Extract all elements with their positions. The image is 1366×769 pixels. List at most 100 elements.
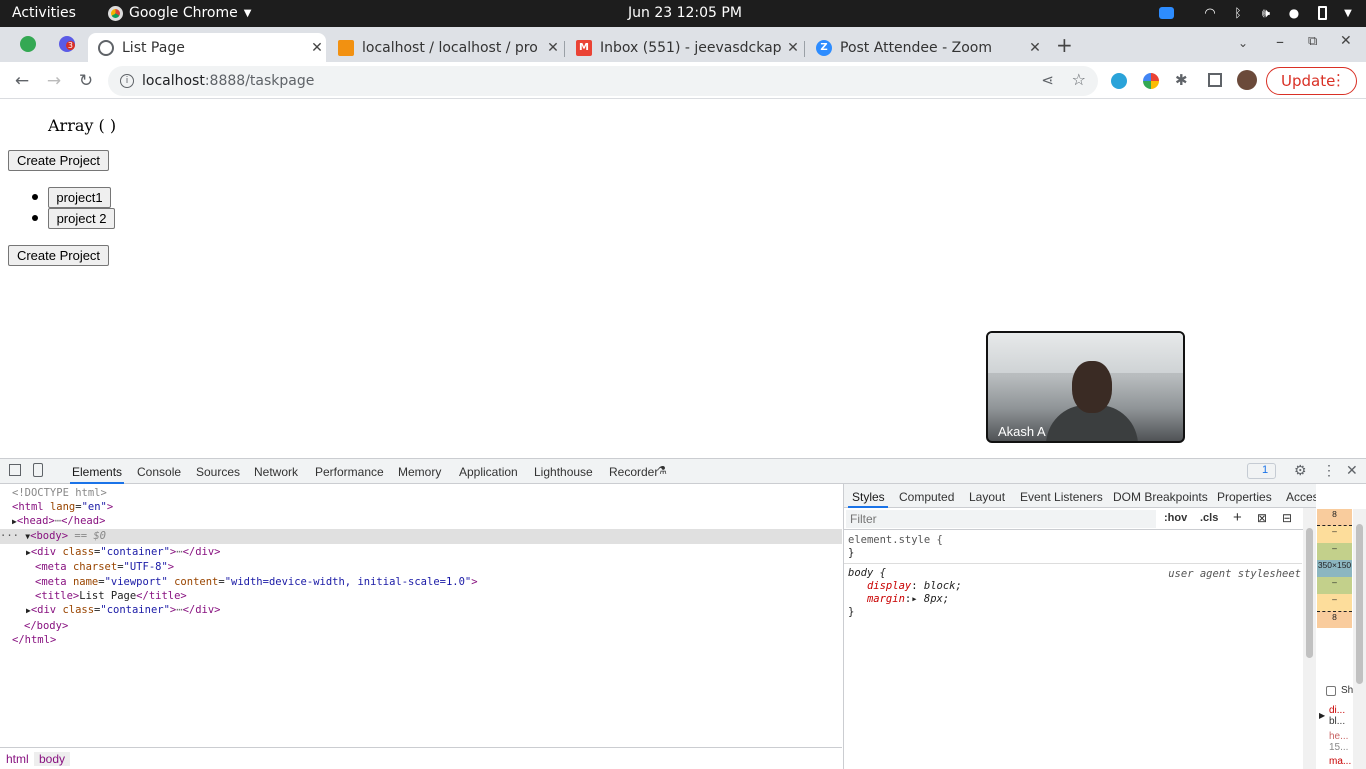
forward-button[interactable]: → bbox=[41, 68, 67, 94]
dom-meta-charset[interactable]: <meta charset="UTF-8"> bbox=[35, 560, 174, 575]
close-tab-icon[interactable]: ✕ bbox=[308, 40, 326, 56]
paint-brush-icon[interactable]: ⊠ bbox=[1257, 511, 1267, 525]
clock[interactable]: Jun 23 12:05 PM bbox=[628, 5, 742, 21]
hover-state-toggle[interactable]: :hov bbox=[1164, 512, 1187, 524]
volume-icon[interactable]: 🕪 bbox=[1258, 5, 1274, 21]
battery-icon[interactable] bbox=[1316, 5, 1328, 21]
tab-layout[interactable]: Layout bbox=[969, 490, 1005, 504]
zoom-tray-icon[interactable] bbox=[1158, 5, 1174, 21]
close-tab-icon[interactable]: ✕ bbox=[544, 40, 562, 56]
reload-button[interactable]: ↻ bbox=[73, 68, 99, 94]
dom-html-close[interactable]: </html> bbox=[12, 633, 56, 648]
issues-count: 1 bbox=[1262, 464, 1269, 476]
tab-group-icon[interactable]: 3 bbox=[59, 36, 75, 52]
issues-badge[interactable]: 1 bbox=[1247, 463, 1276, 479]
devtools-menu-icon[interactable]: ⋮ bbox=[1322, 462, 1336, 479]
close-devtools-icon[interactable]: ✕ bbox=[1346, 462, 1358, 479]
back-button[interactable]: ← bbox=[9, 68, 35, 94]
tab-sources[interactable]: Sources bbox=[196, 465, 240, 479]
update-button[interactable]: Update ⋮ bbox=[1266, 67, 1357, 95]
device-toolbar-icon[interactable] bbox=[33, 463, 43, 477]
project-button[interactable]: project 2 bbox=[48, 208, 115, 229]
bookmark-star-icon[interactable]: ☆ bbox=[1072, 70, 1086, 89]
new-tab-button[interactable]: + bbox=[1056, 33, 1073, 57]
computed-prop[interactable]: ma... bbox=[1329, 756, 1351, 767]
tab-console[interactable]: Console bbox=[137, 465, 181, 479]
project-button[interactable]: project1 bbox=[48, 187, 111, 208]
computed-prop[interactable]: he... bbox=[1329, 731, 1348, 742]
computed-scrollbar[interactable] bbox=[1353, 509, 1366, 769]
margin-bottom-value[interactable]: 8 bbox=[1317, 611, 1352, 628]
tab-memory[interactable]: Memory bbox=[398, 465, 441, 479]
tab-network[interactable]: Network bbox=[254, 465, 298, 479]
close-window-button[interactable]: ✕ bbox=[1340, 33, 1352, 49]
minimize-button[interactable]: – bbox=[1276, 32, 1284, 51]
dom-body-close[interactable]: </body> bbox=[24, 619, 68, 634]
toggle-sidebar-icon[interactable]: ⊟ bbox=[1282, 511, 1292, 525]
styles-scrollbar[interactable] bbox=[1303, 508, 1316, 769]
profile-avatar[interactable] bbox=[1237, 70, 1257, 90]
activities-button[interactable]: Activities bbox=[12, 5, 76, 21]
tab-title: List Page bbox=[122, 39, 185, 56]
element-style-rule[interactable]: element.style { } bbox=[848, 534, 943, 560]
class-toggle[interactable]: .cls bbox=[1200, 512, 1218, 524]
styles-filter-input[interactable] bbox=[846, 510, 1156, 528]
tab-zoom[interactable]: Z Post Attendee - Zoom ✕ bbox=[806, 33, 1044, 62]
dom-div-container[interactable]: ▶<div class="container">⋯</div> bbox=[26, 545, 221, 560]
tab-search-icon[interactable]: ⌄ bbox=[1238, 36, 1248, 50]
tab-event-listeners[interactable]: Event Listeners bbox=[1020, 490, 1103, 504]
margin-top-value[interactable]: 8 bbox=[1317, 509, 1352, 526]
inspect-element-icon[interactable] bbox=[9, 464, 21, 476]
tab-recorder[interactable]: Recorder bbox=[609, 465, 658, 479]
dom-meta-viewport[interactable]: <meta name="viewport" content="width=dev… bbox=[35, 575, 478, 590]
dom-doctype[interactable]: <!DOCTYPE html> bbox=[12, 486, 107, 501]
dom-html-open[interactable]: <html lang="en"> bbox=[12, 500, 113, 515]
dom-head[interactable]: ▶<head>⋯</head> bbox=[12, 514, 105, 529]
tab-dom-breakpoints[interactable]: DOM Breakpoints bbox=[1113, 490, 1208, 504]
show-all-checkbox[interactable] bbox=[1326, 686, 1336, 696]
extensions-puzzle-icon[interactable]: ✱ bbox=[1175, 71, 1188, 89]
zoom-video-window[interactable]: Akash A bbox=[986, 331, 1185, 443]
color-extension-icon[interactable] bbox=[1143, 73, 1159, 89]
microphone-icon[interactable]: ● bbox=[1287, 5, 1301, 21]
computed-prop[interactable]: di... bbox=[1329, 705, 1345, 716]
power-menu-icon[interactable]: ▼ bbox=[1341, 5, 1355, 21]
tab-gmail[interactable]: M Inbox (551) - jeevasdckap ✕ bbox=[566, 33, 802, 62]
create-project-button[interactable]: Create Project bbox=[8, 245, 109, 266]
tab-application[interactable]: Application bbox=[459, 465, 518, 479]
restore-button[interactable]: ⧉ bbox=[1308, 34, 1317, 49]
breadcrumb-html[interactable]: html bbox=[6, 752, 29, 766]
tab-styles[interactable]: Styles bbox=[852, 490, 885, 504]
side-panel-icon[interactable] bbox=[1208, 73, 1222, 87]
share-icon[interactable]: ⋖ bbox=[1041, 71, 1054, 89]
close-tab-icon[interactable]: ✕ bbox=[1026, 40, 1044, 56]
more-menu-icon[interactable]: ⋮ bbox=[1331, 71, 1346, 89]
breadcrumb: html body bbox=[0, 747, 842, 769]
extension-tab-icon[interactable] bbox=[20, 36, 36, 52]
content-size[interactable]: 350×150 bbox=[1317, 560, 1352, 577]
dom-div-container[interactable]: ▶<div class="container">⋯</div> bbox=[26, 603, 221, 618]
tab-phpmyadmin[interactable]: localhost / localhost / pro ✕ bbox=[328, 33, 562, 62]
tab-lighthouse[interactable]: Lighthouse bbox=[534, 465, 593, 479]
tab-computed[interactable]: Computed bbox=[899, 490, 954, 504]
telegram-extension-icon[interactable] bbox=[1111, 73, 1127, 89]
breadcrumb-body[interactable]: body bbox=[34, 752, 71, 766]
bluetooth-icon[interactable]: ᛒ bbox=[1231, 5, 1245, 21]
app-menu[interactable]: Google Chrome ▼ bbox=[108, 5, 251, 21]
tab-properties[interactable]: Properties bbox=[1217, 490, 1272, 504]
dom-body-selected[interactable]: ··· ▼<body> == $0 bbox=[0, 529, 842, 544]
address-bar[interactable]: i localhost:8888/taskpage ⋖ ☆ bbox=[108, 66, 1098, 96]
settings-gear-icon[interactable]: ⚙ bbox=[1294, 462, 1307, 479]
close-tab-icon[interactable]: ✕ bbox=[784, 40, 802, 56]
dom-title[interactable]: <title>List Page</title> bbox=[35, 589, 187, 604]
body-rule[interactable]: body { display: block; margin:▸ 8px; } bbox=[848, 567, 962, 619]
add-rule-icon[interactable]: + bbox=[1233, 509, 1242, 526]
expand-arrow-icon[interactable]: ▶ bbox=[1319, 711, 1325, 720]
tab-elements[interactable]: Elements bbox=[69, 465, 125, 484]
tab-list-page[interactable]: List Page ✕ bbox=[88, 33, 326, 62]
wifi-icon[interactable]: ◠ bbox=[1202, 5, 1218, 21]
create-project-button[interactable]: Create Project bbox=[8, 150, 109, 171]
tab-performance[interactable]: Performance bbox=[315, 465, 384, 479]
site-info-icon[interactable]: i bbox=[120, 74, 134, 88]
tab-accessibility[interactable]: Accessibility bbox=[1286, 490, 1316, 504]
